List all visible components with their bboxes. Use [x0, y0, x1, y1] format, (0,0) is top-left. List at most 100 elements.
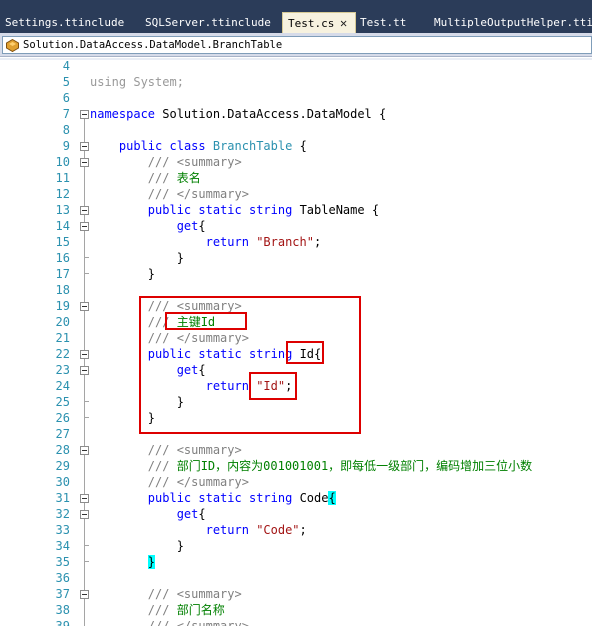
line-number: 10 [55, 155, 70, 169]
code-line[interactable]: 39 /// </summary> [0, 618, 592, 626]
tab-settings-ttinclude[interactable]: Settings.ttinclude [0, 12, 138, 33]
code-token: /// [147, 171, 177, 185]
tab-test-tt[interactable]: Test.tt [355, 12, 427, 33]
code-text: return "Code"; [90, 522, 307, 538]
line-number: 30 [55, 475, 70, 489]
collapse-icon[interactable] [80, 158, 89, 167]
code-token: { [328, 491, 336, 505]
navigation-bar: Solution.DataAccess.DataModel.BranchTabl… [0, 33, 592, 57]
collapse-icon[interactable] [80, 206, 89, 215]
code-line[interactable]: 10 /// <summary> [0, 154, 592, 170]
code-token: BranchTable [212, 139, 293, 153]
close-tab-icon[interactable]: ✕ [340, 13, 347, 33]
collapse-icon[interactable] [80, 446, 89, 455]
code-line[interactable]: 8 [0, 122, 592, 138]
code-token: get [176, 219, 199, 233]
code-line[interactable]: 4 [0, 58, 592, 74]
annotation-box-id-comment [165, 312, 247, 330]
code-token: static [198, 491, 242, 505]
line-number: 21 [55, 331, 70, 345]
collapse-icon[interactable] [80, 366, 89, 375]
code-token: namespace [90, 107, 156, 121]
line-number: 24 [55, 379, 70, 393]
code-line[interactable]: 7 namespace Solution.DataAccess.DataModel… [0, 106, 592, 122]
code-line[interactable]: 6 [0, 90, 592, 106]
code-token: <summary> [176, 587, 242, 601]
line-number: 36 [55, 571, 70, 585]
code-token: <summary> [176, 443, 242, 457]
code-text: /// 部门名称 [90, 602, 225, 618]
code-line[interactable]: 34 } [0, 538, 592, 554]
code-line[interactable]: 16 } [0, 250, 592, 266]
code-line[interactable]: 38 /// 部门名称 [0, 602, 592, 618]
code-text: } [90, 250, 184, 266]
code-line[interactable]: 30 /// </summary> [0, 474, 592, 490]
line-number: 20 [55, 315, 70, 329]
code-line[interactable]: 31 public static string Code{ [0, 490, 592, 506]
line-number: 26 [55, 411, 70, 425]
code-line[interactable]: 28 /// <summary> [0, 442, 592, 458]
line-number: 12 [55, 187, 70, 201]
collapse-icon[interactable] [80, 302, 89, 311]
outline-end-mark [84, 257, 89, 258]
code-token: { [198, 507, 206, 521]
code-text: public static string Code{ [90, 490, 336, 506]
code-text: /// </summary> [90, 618, 249, 626]
code-text: /// <summary> [90, 586, 242, 602]
code-text: get{ [90, 506, 206, 522]
collapse-icon[interactable] [80, 142, 89, 151]
code-token: /// [147, 187, 177, 201]
code-line[interactable]: 35 } [0, 554, 592, 570]
code-token: } [90, 251, 184, 265]
line-number: 31 [55, 491, 70, 505]
collapse-icon[interactable] [80, 110, 89, 119]
code-line[interactable]: 5 using System; [0, 74, 592, 90]
code-line[interactable]: 11 /// 表名 [0, 170, 592, 186]
collapse-icon[interactable] [80, 510, 89, 519]
line-number: 6 [62, 91, 70, 105]
code-token: return [205, 523, 249, 537]
code-line[interactable]: 29 /// 部门ID，内容为001001001，即每低一级部门，编码增加三位小… [0, 458, 592, 474]
code-line[interactable]: 12 /// </summary> [0, 186, 592, 202]
type-dropdown[interactable]: Solution.DataAccess.DataModel.BranchTabl… [2, 36, 592, 54]
line-number: 38 [55, 603, 70, 617]
code-token: } [90, 539, 184, 553]
code-editor[interactable]: 4 5 using System; 6 7 namespace Solution.Data… [0, 58, 592, 626]
collapse-icon[interactable] [80, 494, 89, 503]
line-number: 37 [55, 587, 70, 601]
tab-sqlserver-ttinclude[interactable]: SQLServer.ttinclude [140, 12, 280, 33]
tab-multipleoutputhelper-ttinclude[interactable]: MultipleOutputHelper.ttinclude [429, 12, 592, 33]
code-token: TableName { [292, 203, 380, 217]
code-token: </summary> [176, 475, 249, 489]
line-number: 8 [62, 123, 70, 137]
code-line[interactable]: 17 } [0, 266, 592, 282]
collapse-icon[interactable] [80, 590, 89, 599]
line-number: 27 [55, 427, 70, 441]
collapse-icon[interactable] [80, 222, 89, 231]
code-line[interactable]: 33 return "Code"; [0, 522, 592, 538]
code-line[interactable]: 36 [0, 570, 592, 586]
code-line[interactable]: 13 public static string TableName { [0, 202, 592, 218]
code-line[interactable]: 14 get{ [0, 218, 592, 234]
code-token: /// [147, 443, 177, 457]
collapse-icon[interactable] [80, 350, 89, 359]
outline-end-mark [84, 401, 89, 402]
tab-test-cs[interactable]: Test.cs ✕ [282, 12, 356, 33]
code-text: /// <summary> [90, 154, 242, 170]
code-line[interactable]: 37 /// <summary> [0, 586, 592, 602]
code-text: /// </summary> [90, 186, 249, 202]
code-line[interactable]: 15 return "Branch"; [0, 234, 592, 250]
code-line[interactable]: 9 public class BranchTable { [0, 138, 592, 154]
code-line[interactable]: 32 get{ [0, 506, 592, 522]
code-token: } [147, 555, 156, 569]
